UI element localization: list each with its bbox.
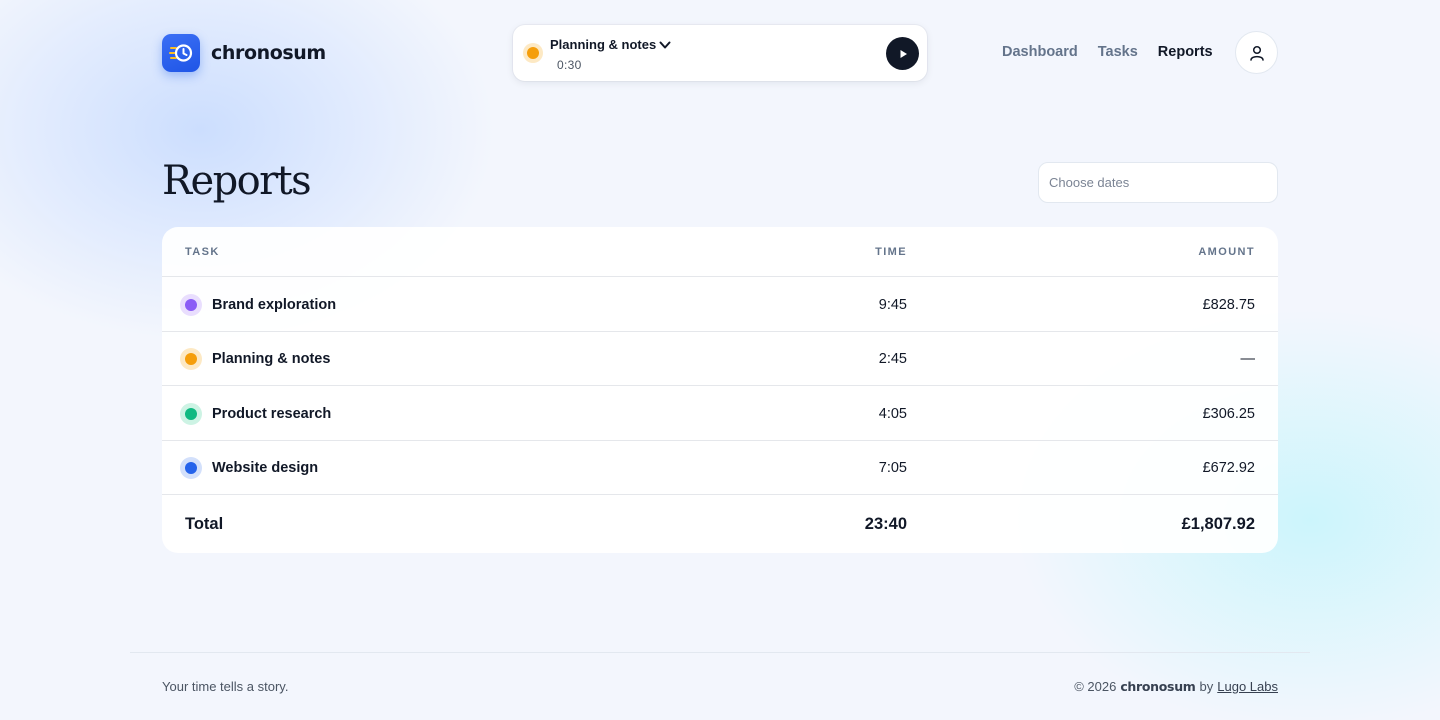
task-amount: £306.25 bbox=[1202, 406, 1255, 422]
task-color-dot bbox=[180, 457, 202, 479]
footer-copyright: © 2026 chronosum by Lugo Labs bbox=[1074, 679, 1278, 694]
total-time: 23:40 bbox=[864, 515, 907, 533]
task-name: Website design bbox=[212, 460, 319, 476]
task-time: 9:45 bbox=[878, 297, 907, 313]
task-name: Product research bbox=[212, 406, 332, 422]
date-range-input[interactable] bbox=[1038, 162, 1278, 203]
nav-tasks[interactable]: Tasks bbox=[1098, 44, 1138, 60]
footer-tagline: Your time tells a story. bbox=[162, 679, 289, 694]
brand-name: chronosum bbox=[211, 42, 326, 64]
footer-by: by bbox=[1199, 679, 1214, 694]
chevron-down-icon bbox=[659, 41, 671, 48]
task-color-dot bbox=[180, 403, 202, 425]
task-name: Planning & notes bbox=[212, 351, 331, 367]
nav-reports[interactable]: Reports bbox=[1158, 44, 1213, 60]
table-header: TASK TIME AMOUNT bbox=[162, 227, 1278, 277]
timer-task-color-dot bbox=[523, 43, 543, 63]
task-time: 7:05 bbox=[878, 460, 907, 476]
report-table: TASK TIME AMOUNT Brand exploration 9:45 … bbox=[162, 227, 1278, 553]
task-amount: £828.75 bbox=[1202, 297, 1255, 313]
copyright-text: © 2026 bbox=[1074, 679, 1117, 694]
task-amount: — bbox=[1240, 351, 1256, 367]
footer-divider bbox=[130, 652, 1310, 653]
user-icon bbox=[1249, 45, 1264, 61]
task-time: 2:45 bbox=[878, 351, 907, 367]
header-task: TASK bbox=[185, 246, 220, 258]
footer-brand: chronosum bbox=[1120, 679, 1196, 694]
total-label: Total bbox=[185, 515, 224, 533]
header-amount: AMOUNT bbox=[1198, 246, 1255, 258]
task-time: 4:05 bbox=[878, 406, 907, 422]
table-row[interactable]: Product research 4:05 £306.25 bbox=[162, 387, 1278, 441]
timer-task-name: Planning & notes bbox=[550, 37, 657, 52]
main-nav: Dashboard Tasks Reports bbox=[1002, 44, 1213, 60]
task-color-dot bbox=[180, 294, 202, 316]
table-row[interactable]: Brand exploration 9:45 £828.75 bbox=[162, 278, 1278, 332]
task-name: Brand exploration bbox=[212, 297, 337, 313]
brand-logo[interactable]: chronosum bbox=[162, 34, 326, 72]
timer-task-selector[interactable]: Planning & notes bbox=[550, 37, 672, 52]
task-amount: £672.92 bbox=[1202, 460, 1255, 476]
task-color-dot bbox=[180, 348, 202, 370]
total-amount: £1,807.92 bbox=[1181, 515, 1255, 533]
play-icon bbox=[900, 49, 907, 58]
profile-button[interactable] bbox=[1235, 31, 1278, 74]
company-link[interactable]: Lugo Labs bbox=[1217, 679, 1278, 694]
play-button[interactable] bbox=[886, 37, 919, 70]
clock-history-icon bbox=[162, 34, 200, 72]
page-title: Reports bbox=[162, 158, 312, 204]
timer-elapsed: 0:30 bbox=[557, 58, 582, 72]
header-time: TIME bbox=[875, 246, 907, 258]
active-timer: Planning & notes 0:30 bbox=[513, 25, 927, 81]
nav-dashboard[interactable]: Dashboard bbox=[1002, 44, 1078, 60]
table-row[interactable]: Planning & notes 2:45 — bbox=[162, 332, 1278, 386]
table-total-row: Total 23:40 £1,807.92 bbox=[162, 496, 1278, 553]
table-row[interactable]: Website design 7:05 £672.92 bbox=[162, 441, 1278, 495]
